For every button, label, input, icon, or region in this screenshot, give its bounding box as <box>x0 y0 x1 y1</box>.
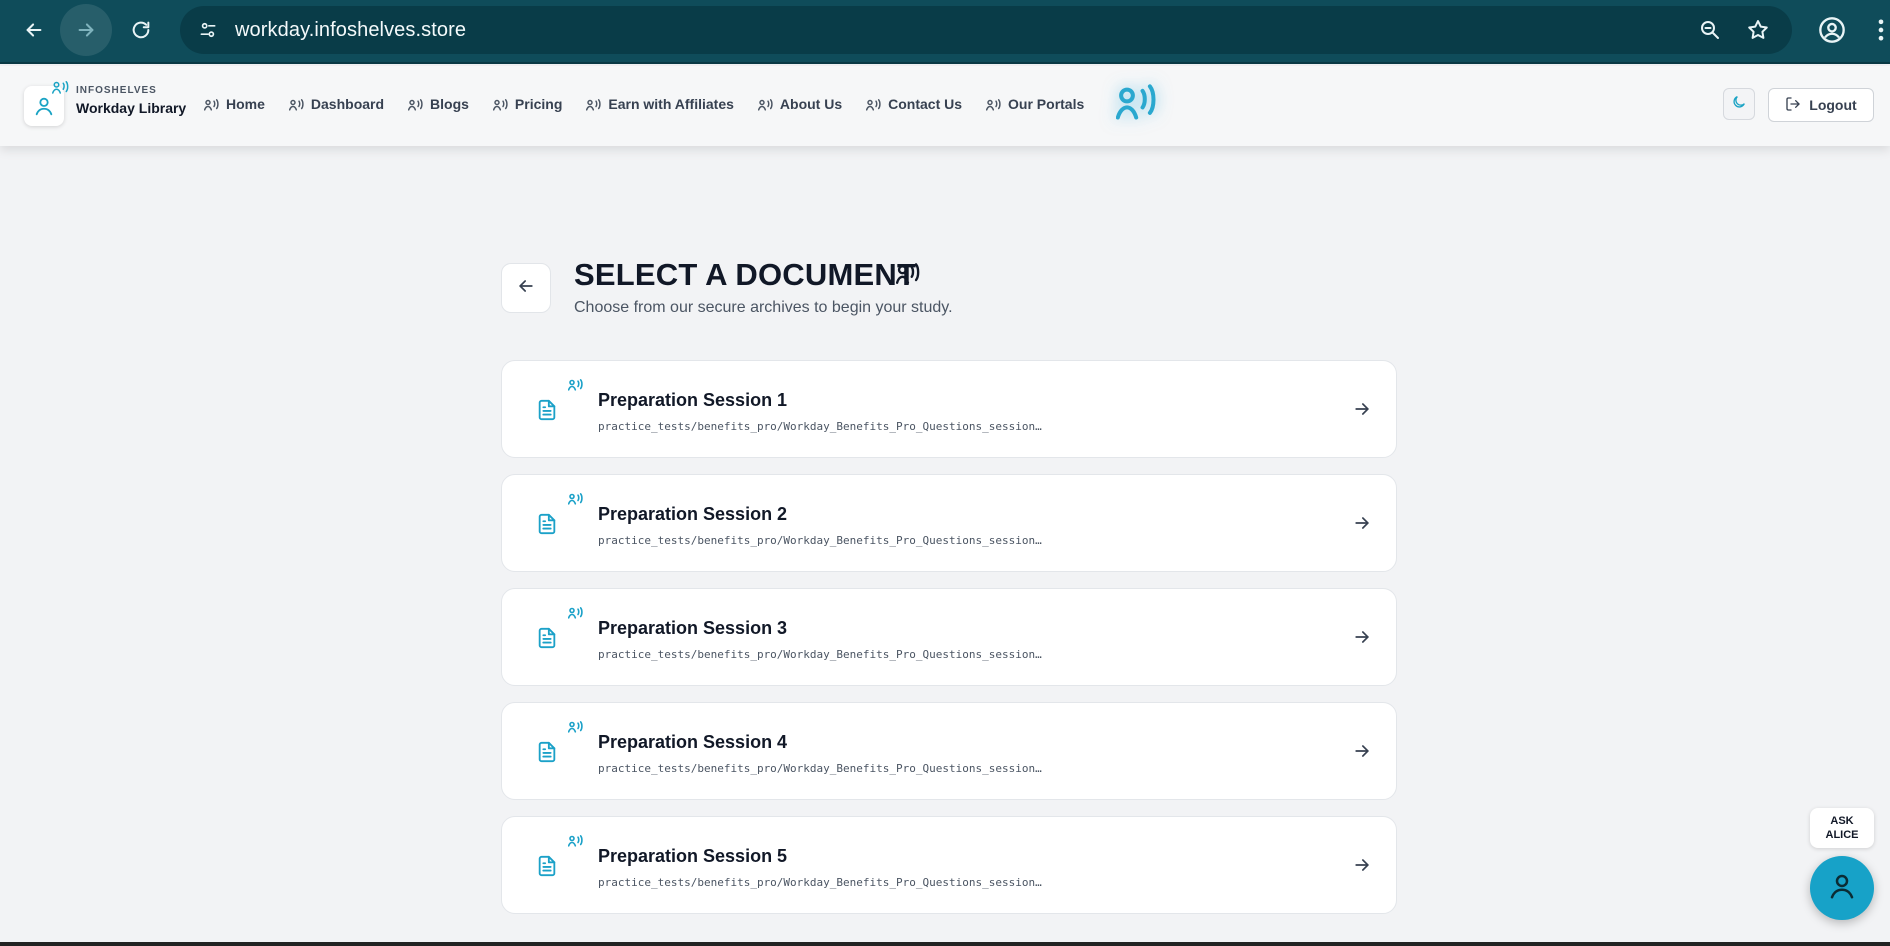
theme-toggle-button[interactable] <box>1723 88 1755 120</box>
nav-label: Dashboard <box>310 96 385 112</box>
ask-alice-label-line2: ALICE <box>1825 829 1859 841</box>
url-text[interactable]: workday.infoshelves.store <box>235 19 466 42</box>
back-button[interactable] <box>501 263 551 313</box>
nav-label: About Us <box>779 96 843 112</box>
menu-kebab-icon[interactable] <box>1876 16 1886 49</box>
nav-label: Pricing <box>514 96 563 112</box>
person-icon <box>1827 871 1857 906</box>
nav-item-earn-with-affiliates[interactable]: Earn with Affiliates <box>586 96 734 112</box>
nav-label: Earn with Affiliates <box>608 96 734 112</box>
document-title: Preparation Session 2 <box>598 504 788 524</box>
signal-icon <box>567 834 584 852</box>
document-icon <box>536 398 558 427</box>
nav-item-about-us[interactable]: About Us <box>757 96 843 112</box>
nav-item-dashboard[interactable]: Dashboard <box>288 96 385 112</box>
forward-arrow-icon[interactable] <box>60 4 112 56</box>
document-title: Preparation Session 5 <box>598 846 788 866</box>
nav-item-our-portals[interactable]: Our Portals <box>986 96 1084 112</box>
back-arrow-icon <box>516 276 536 301</box>
zoom-icon[interactable] <box>1698 18 1722 47</box>
main-nav: Home Dashboard Blogs Pricing Earn with A… <box>204 96 1108 112</box>
reload-icon[interactable] <box>115 4 167 56</box>
document-icon <box>536 740 558 769</box>
nav-item-blogs[interactable]: Blogs <box>408 96 469 112</box>
document-path: practice_tests/benefits_pro/Workday_Bene… <box>598 420 1042 433</box>
signal-icon <box>408 98 424 111</box>
nav-label: Our Portals <box>1008 96 1085 112</box>
arrow-right-icon <box>1352 627 1372 652</box>
bottom-divider <box>0 942 1890 946</box>
nav-label: Contact Us <box>888 96 963 112</box>
document-card[interactable]: Preparation Session 1 practice_tests/ben… <box>501 360 1397 458</box>
nav-item-pricing[interactable]: Pricing <box>492 96 563 112</box>
arrow-right-icon <box>1352 855 1372 880</box>
signal-icon <box>986 98 1002 111</box>
document-card[interactable]: Preparation Session 4 practice_tests/ben… <box>501 702 1397 800</box>
logout-button[interactable]: Logout <box>1768 88 1874 122</box>
nav-label: Home <box>226 96 265 112</box>
document-card[interactable]: Preparation Session 2 practice_tests/ben… <box>501 474 1397 572</box>
arrow-right-icon <box>1352 399 1372 424</box>
bookmark-star-icon[interactable] <box>1746 18 1770 47</box>
document-title: Preparation Session 4 <box>598 732 788 752</box>
nav-item-home[interactable]: Home <box>204 96 265 112</box>
brand-kicker: INFOSHELVES <box>76 85 157 96</box>
site-header: INFOSHELVES Workday Library Home Dashboa… <box>0 66 1890 146</box>
site-settings-icon[interactable] <box>194 16 222 44</box>
document-path: practice_tests/benefits_pro/Workday_Bene… <box>598 534 1042 547</box>
signal-icon <box>866 98 882 111</box>
logout-icon <box>1785 96 1801 115</box>
signal-icon <box>757 98 774 111</box>
document-icon <box>536 854 558 883</box>
signal-icon <box>567 378 584 396</box>
page-subtitle: Choose from our secure archives to begin… <box>574 299 953 316</box>
arrow-right-icon <box>1352 513 1372 538</box>
signal-icon <box>288 98 305 111</box>
signal-icon <box>204 98 220 111</box>
document-list: Preparation Session 1 practice_tests/ben… <box>501 360 1397 930</box>
signal-icon <box>492 98 509 111</box>
address-bar[interactable]: workday.infoshelves.store <box>180 6 1792 54</box>
back-arrow-icon[interactable] <box>8 4 60 56</box>
logout-label: Logout <box>1809 97 1857 113</box>
document-title: Preparation Session 3 <box>598 618 788 638</box>
arrow-right-icon <box>1352 741 1372 766</box>
ask-alice-label[interactable]: ASK ALICE <box>1810 808 1874 848</box>
signal-icon[interactable] <box>1115 82 1172 128</box>
document-card[interactable]: Preparation Session 3 practice_tests/ben… <box>501 588 1397 686</box>
nav-label: Blogs <box>430 96 469 112</box>
signal-icon <box>567 606 584 624</box>
nav-item-contact-us[interactable]: Contact Us <box>866 96 962 112</box>
brand-title[interactable]: Workday Library <box>76 100 186 116</box>
document-title: Preparation Session 1 <box>598 390 788 410</box>
document-path: practice_tests/benefits_pro/Workday_Bene… <box>598 762 1042 775</box>
document-card[interactable]: Preparation Session 5 practice_tests/ben… <box>501 816 1397 914</box>
signal-icon <box>586 98 602 111</box>
signal-icon <box>52 80 70 99</box>
page-title: SELECT A DOCUMENT <box>574 257 917 292</box>
signal-icon <box>567 492 584 510</box>
profile-icon[interactable] <box>1818 16 1846 49</box>
ask-alice-label-line1: ASK <box>1830 815 1854 827</box>
signal-icon <box>895 262 922 289</box>
ask-alice-button[interactable] <box>1810 856 1874 920</box>
browser-toolbar: workday.infoshelves.store <box>0 0 1890 64</box>
signal-icon <box>567 720 584 738</box>
moon-icon <box>1731 94 1747 115</box>
document-icon <box>536 512 558 541</box>
document-path: practice_tests/benefits_pro/Workday_Bene… <box>598 648 1042 661</box>
document-icon <box>536 626 558 655</box>
document-path: practice_tests/benefits_pro/Workday_Bene… <box>598 876 1042 889</box>
